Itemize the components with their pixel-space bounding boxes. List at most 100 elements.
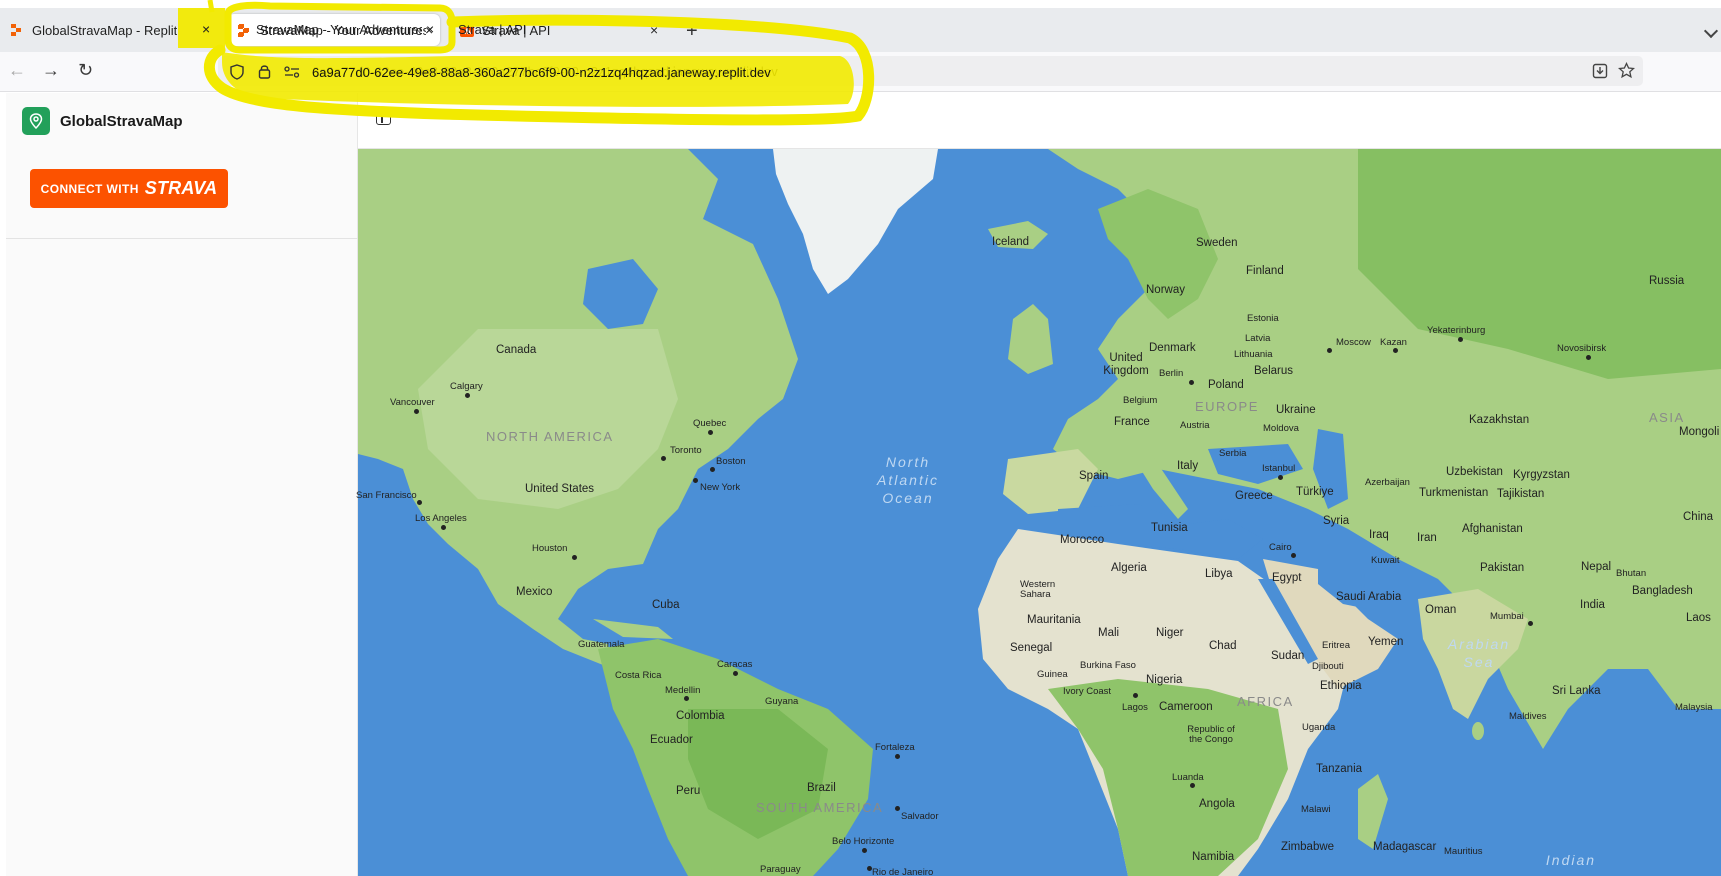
tab-stravamap-active[interactable]: StravaMap - Your Adventures, M × [228,14,440,46]
city-marker [867,866,872,871]
lock-icon[interactable] [258,63,271,79]
map-label-uzbekistan: Uzbekistan [1446,466,1503,478]
map-label-kuwait: Kuwait [1371,555,1400,566]
city-marker [661,456,666,461]
city-label-medellin: Medellin [665,685,701,696]
bookmark-star-icon[interactable] [1618,62,1635,79]
strava-icon [460,23,474,37]
map-label-malaysia: Malaysia [1675,702,1713,713]
city-label-yekaterinburg: Yekaterinburg [1427,325,1486,336]
address-bar[interactable]: 6a9a77d0-62ee-49e8-88a8-360a277bc6f9-00-… [218,56,1643,86]
map-label-india: India [1580,599,1605,611]
map-label-nepal: Nepal [1581,561,1612,573]
tab-strava-api[interactable]: Strava | API × [452,14,672,46]
map-label-djibouti: Djibouti [1312,661,1344,672]
window-top-strip [0,0,1721,8]
ocean-label-indian: Indian [1545,852,1597,868]
map-label-tunisia: Tunisia [1151,522,1188,534]
sidebar-toggle-icon[interactable] [376,110,391,125]
city-marker [1528,621,1533,626]
city-label-san-francisco: San Francisco [356,490,417,501]
map-label-austria: Austria [1180,420,1210,431]
reload-icon[interactable]: ↻ [78,60,93,81]
map-label-finland: Finland [1246,265,1284,277]
map-label-sri-lanka: Sri Lanka [1552,685,1601,697]
map-label-moldova: Moldova [1263,423,1299,434]
city-marker [733,671,738,676]
city-label-toronto: Toronto [670,445,702,456]
map-label-senegal: Senegal [1010,642,1053,654]
tab-title: Strava | API [482,22,551,38]
map-label-united-states: United States [525,483,595,495]
map-label-iceland: Iceland [992,236,1030,248]
map-label-afghanistan: Afghanistan [1462,523,1523,535]
forward-icon[interactable]: → [42,60,60,81]
city-label-vancouver: Vancouver [390,397,435,408]
map-label-turkiye: Türkiye [1296,486,1334,498]
map-label-mali: Mali [1098,627,1120,639]
map-label-saudi-arabia: Saudi Arabia [1336,591,1402,603]
close-icon[interactable]: × [425,22,433,38]
connect-with-strava-button[interactable]: CONNECT WITH STRAVA [30,169,228,208]
list-all-tabs-icon[interactable] [1703,23,1719,39]
replit-icon [11,24,21,36]
close-icon[interactable]: × [650,22,658,38]
city-label-new-york: New York [700,482,741,493]
map-label-poland: Poland [1208,379,1244,391]
city-label-boston: Boston [716,456,746,467]
city-marker [1393,348,1398,353]
permissions-icon[interactable] [284,66,300,78]
region-label-africa: AFRICA [1237,694,1294,709]
new-tab-button[interactable]: + [686,20,698,43]
map-label-colombia: Colombia [676,710,725,722]
map-label-cameroon: Cameroon [1159,701,1213,713]
tab-title: StravaMap - Your Adventures, M [260,22,426,38]
map-header [358,93,1721,149]
map-label-oman: Oman [1425,604,1457,616]
city-label-novosibirsk: Novosibirsk [1557,343,1607,354]
app-name: GlobalStravaMap [60,112,183,130]
city-label-kazan: Kazan [1380,337,1407,348]
city-label-rio-de-janeiro: Rio de Janeiro [872,867,934,876]
map-label-syria: Syria [1323,515,1350,527]
map-label-guyana: Guyana [765,696,799,707]
ocean-label-arabian-sea: Arabian Sea [1447,636,1511,670]
navigation-toolbar: ← → ↻ 6a9a77d0-62ee-49e8-88a8-360a277bc6… [0,52,1721,92]
world-map[interactable] [358,149,1721,876]
city-label-caracas: Caracas [717,659,753,670]
map-pin-icon [22,107,50,135]
map-label-algeria: Algeria [1111,562,1147,574]
map-label-maldives: Maldives [1509,711,1547,722]
map-label-iran: Iran [1417,532,1437,544]
map-label-mauritania: Mauritania [1027,614,1081,626]
map-label-kyrgyzstan: Kyrgyzstan [1513,469,1570,481]
city-marker [441,525,446,530]
region-label-north-america: NORTH AMERICA [486,429,614,444]
map-label-serbia: Serbia [1219,448,1247,459]
map-label-morocco: Morocco [1060,534,1105,546]
map-label-mexico: Mexico [516,586,553,598]
tab-globalstravamap-replit[interactable]: GlobalStravaMap - Replit × [10,14,220,46]
city-marker [708,430,713,435]
close-icon[interactable]: × [202,22,210,38]
url-text[interactable]: 6a9a77d0-62ee-49e8-88a8-360a277bc6f9-00-… [312,64,778,79]
city-label-houston: Houston [532,543,568,554]
map-label-united-kingdom: United Kingdom [1103,352,1149,377]
map-label-france: France [1114,416,1150,428]
map-label-latvia: Latvia [1245,333,1271,344]
map-label-guinea: Guinea [1037,669,1068,680]
city-marker [1133,693,1138,698]
save-to-pocket-icon[interactable] [1592,63,1608,79]
shield-icon[interactable] [230,64,244,80]
city-marker [684,696,689,701]
map-label-niger: Niger [1156,627,1184,639]
region-label-asia: ASIA [1649,410,1685,425]
map-label-ecuador: Ecuador [650,734,693,746]
map-label-sudan: Sudan [1271,650,1305,662]
map-label-libya: Libya [1205,568,1233,580]
sidebar: GlobalStravaMap CONNECT WITH STRAVA [6,93,358,876]
back-icon[interactable]: ← [8,60,26,81]
map-label-zimbabwe: Zimbabwe [1281,841,1335,853]
city-label-mumbai: Mumbai [1490,611,1524,622]
map-label-uganda: Uganda [1302,722,1336,733]
